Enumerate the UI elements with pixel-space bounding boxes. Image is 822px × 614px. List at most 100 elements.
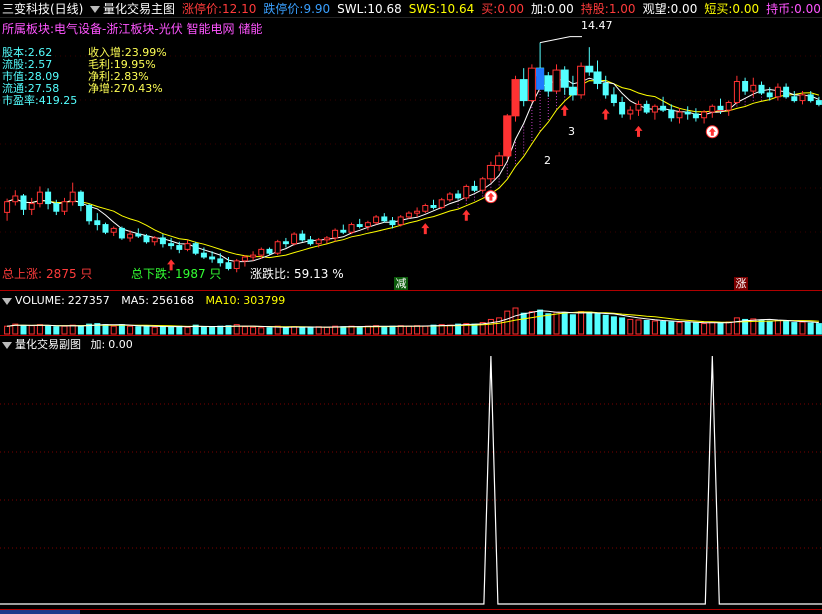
volume-label: VOLUME:: [15, 294, 65, 307]
header-field-value: 1.00: [608, 2, 636, 16]
volume-bar: [627, 318, 634, 335]
volume-bar: [766, 320, 773, 335]
volume-bar: [200, 326, 207, 335]
volume-bar: [815, 323, 822, 335]
buy-arrow-icon: [421, 223, 430, 235]
header-field-label: 观望:: [642, 2, 671, 16]
candle-body: [430, 205, 437, 208]
candle-body: [422, 205, 429, 212]
sub-add-label: 加:: [90, 338, 106, 351]
candle-body: [53, 203, 60, 212]
volume-bar: [668, 321, 675, 335]
candle-body: [135, 233, 142, 237]
sub-indicator-dropdown-icon[interactable]: [2, 341, 12, 349]
header-field: 观望:0.00: [643, 2, 698, 16]
header-field-value: 0.00: [732, 2, 760, 16]
volume-bar: [660, 321, 667, 335]
volume-bar: [717, 322, 724, 335]
candle-body: [397, 216, 404, 226]
candle-body: [266, 248, 273, 254]
volume-bar: [159, 325, 166, 335]
limit-up-bar: [716, 110, 725, 112]
candle-body: [45, 191, 52, 205]
sector-line: 所属板块:电气设备-浙江板块-光伏 智能电网 储能: [2, 22, 263, 36]
candle-body: [20, 195, 27, 210]
candle-body: [414, 210, 421, 214]
candle-body: [471, 185, 478, 191]
header-field-value: 0.00: [794, 2, 821, 16]
volume-bar: [610, 316, 617, 335]
volume-bar: [250, 326, 257, 335]
header-field-label: 短买:: [704, 2, 733, 16]
candle-body: [217, 258, 224, 264]
volume-bar: [217, 325, 224, 335]
volume-bar: [381, 326, 388, 335]
candle-body: [127, 233, 134, 239]
header-field-label: 跌停价:: [263, 2, 304, 16]
fundamentals-right: 收入增:23.99% 毛利:19.95% 净利:2.83% 净增:270.43%: [88, 47, 167, 95]
fundamental-item: 市盈率:419.25: [2, 94, 78, 107]
volume-value: 227357: [67, 294, 110, 307]
candle-body: [552, 69, 561, 92]
max-price-leader: [540, 36, 582, 44]
volume-bar: [102, 324, 109, 335]
candle-body: [332, 229, 339, 239]
candle-body: [340, 229, 347, 233]
header-field-label: 加:: [531, 2, 548, 16]
candle-body: [577, 65, 586, 96]
header-field: SWS:10.64: [409, 2, 475, 16]
indicator-dropdown-icon[interactable]: [90, 6, 100, 13]
candle-body: [602, 82, 609, 96]
candle-body: [151, 237, 158, 243]
volume-dropdown-icon[interactable]: [2, 297, 12, 305]
header-field: 涨停价:12.10: [182, 2, 256, 16]
volume-bar: [348, 325, 355, 335]
candle-body: [307, 239, 314, 245]
volume-panel-title[interactable]: VOLUME: 227357 MA5: 256168 MA10: 303799: [2, 294, 285, 308]
volume-bar: [127, 325, 134, 335]
candle-body: [660, 105, 667, 111]
volume-bar: [135, 326, 142, 335]
volume-bar: [69, 324, 76, 335]
volume-bar: [635, 319, 642, 335]
candle-body: [627, 109, 634, 115]
volume-ma10-label: MA10:: [205, 294, 241, 307]
candle-body: [593, 71, 602, 84]
stock-title-text: 三变科技(日线): [2, 2, 84, 16]
volume-bar: [110, 325, 117, 335]
candle-body: [799, 94, 806, 102]
candle-body: [455, 193, 462, 199]
volume-bar: [733, 317, 740, 335]
volume-bar: [36, 324, 43, 335]
volume-bar: [168, 326, 175, 335]
candle-body: [184, 243, 191, 250]
candle-body: [774, 86, 781, 98]
volume-bar: [77, 325, 84, 335]
breadth-ratio-value: 59.13 %: [294, 267, 344, 281]
breadth-up-value: 2875 只: [46, 267, 93, 281]
volume-bar: [758, 319, 765, 335]
candle-body: [733, 81, 740, 103]
main-indicator-title[interactable]: 量化交易主图: [90, 1, 175, 17]
header-field-label: 买:: [481, 2, 498, 16]
volume-bar: [118, 324, 125, 335]
header-field: 买:0.00: [481, 2, 524, 16]
sub-signal-line: [0, 355, 822, 605]
signal-blue-bar: [536, 68, 545, 90]
breadth-up-label: 总上涨:: [2, 267, 43, 281]
candle-body: [463, 185, 470, 199]
volume-bar: [791, 322, 798, 335]
volume-bar: [496, 317, 503, 335]
candle-body: [684, 111, 691, 115]
header-indicator-values: 涨停价:12.10 跌停价:9.90 SWL:10.68 SWS:10.64 买:0.0…: [182, 1, 822, 17]
sub-panel-title[interactable]: 量化交易副图 加: 0.00: [2, 338, 133, 352]
reduce-signal-marker: 减: [394, 277, 408, 290]
fundamentals-left: 股本:2.62 流股:2.57 市值:28.09 流通:27.58 市盈率:419.25: [2, 47, 77, 107]
fundamental-item: 净增:270.43%: [88, 82, 163, 95]
volume-bar: [446, 324, 453, 335]
candle-body: [77, 191, 84, 207]
candle-body: [783, 86, 790, 98]
volume-bar: [209, 326, 216, 335]
volume-bar: [701, 323, 708, 335]
volume-bar: [602, 314, 609, 335]
